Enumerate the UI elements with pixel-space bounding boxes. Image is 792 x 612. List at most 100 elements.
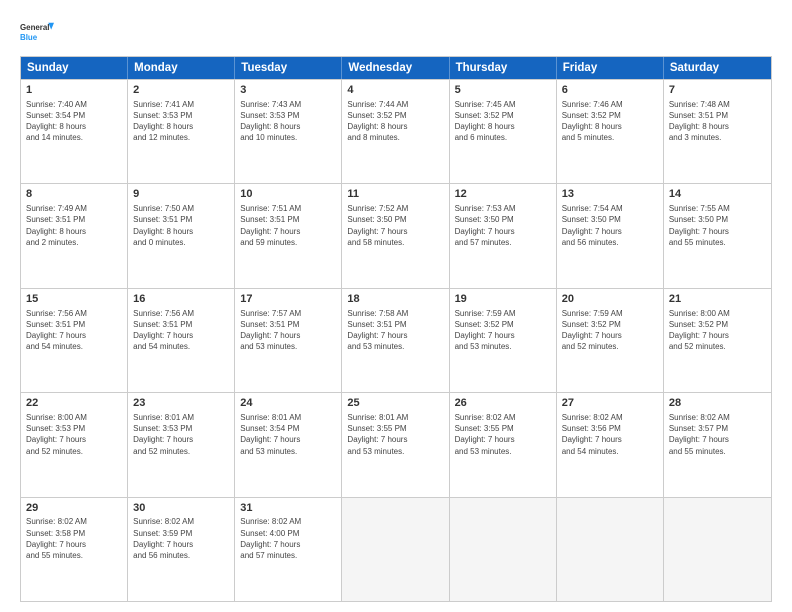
day-number: 12 bbox=[455, 187, 551, 202]
calendar-cell: 21Sunrise: 8:00 AMSunset: 3:52 PMDayligh… bbox=[664, 289, 771, 392]
day-number: 28 bbox=[669, 396, 766, 411]
cell-text: Sunrise: 8:00 AMSunset: 3:53 PMDaylight:… bbox=[26, 412, 122, 457]
day-number: 17 bbox=[240, 292, 336, 307]
cell-text: Sunrise: 7:56 AMSunset: 3:51 PMDaylight:… bbox=[133, 308, 229, 353]
day-number: 13 bbox=[562, 187, 658, 202]
day-number: 14 bbox=[669, 187, 766, 202]
calendar-cell: 12Sunrise: 7:53 AMSunset: 3:50 PMDayligh… bbox=[450, 184, 557, 287]
cell-text: Sunrise: 8:02 AMSunset: 3:56 PMDaylight:… bbox=[562, 412, 658, 457]
day-number: 3 bbox=[240, 83, 336, 98]
calendar-cell: 26Sunrise: 8:02 AMSunset: 3:55 PMDayligh… bbox=[450, 393, 557, 496]
cell-text: Sunrise: 7:58 AMSunset: 3:51 PMDaylight:… bbox=[347, 308, 443, 353]
calendar-cell: 10Sunrise: 7:51 AMSunset: 3:51 PMDayligh… bbox=[235, 184, 342, 287]
day-number: 25 bbox=[347, 396, 443, 411]
calendar-cell: 2Sunrise: 7:41 AMSunset: 3:53 PMDaylight… bbox=[128, 80, 235, 183]
cell-text: Sunrise: 7:41 AMSunset: 3:53 PMDaylight:… bbox=[133, 99, 229, 144]
calendar-week-2: 8Sunrise: 7:49 AMSunset: 3:51 PMDaylight… bbox=[21, 183, 771, 287]
day-number: 19 bbox=[455, 292, 551, 307]
header-day-wednesday: Wednesday bbox=[342, 57, 449, 79]
cell-text: Sunrise: 7:57 AMSunset: 3:51 PMDaylight:… bbox=[240, 308, 336, 353]
calendar-week-4: 22Sunrise: 8:00 AMSunset: 3:53 PMDayligh… bbox=[21, 392, 771, 496]
calendar-cell bbox=[342, 498, 449, 601]
day-number: 26 bbox=[455, 396, 551, 411]
calendar-cell: 23Sunrise: 8:01 AMSunset: 3:53 PMDayligh… bbox=[128, 393, 235, 496]
day-number: 16 bbox=[133, 292, 229, 307]
day-number: 8 bbox=[26, 187, 122, 202]
day-number: 22 bbox=[26, 396, 122, 411]
page: General Blue SundayMondayTuesdayWednesda… bbox=[0, 0, 792, 612]
calendar-cell: 18Sunrise: 7:58 AMSunset: 3:51 PMDayligh… bbox=[342, 289, 449, 392]
cell-text: Sunrise: 7:51 AMSunset: 3:51 PMDaylight:… bbox=[240, 203, 336, 248]
header-day-saturday: Saturday bbox=[664, 57, 771, 79]
calendar-cell: 7Sunrise: 7:48 AMSunset: 3:51 PMDaylight… bbox=[664, 80, 771, 183]
header-day-monday: Monday bbox=[128, 57, 235, 79]
cell-text: Sunrise: 8:02 AMSunset: 3:59 PMDaylight:… bbox=[133, 516, 229, 561]
day-number: 4 bbox=[347, 83, 443, 98]
cell-text: Sunrise: 8:01 AMSunset: 3:55 PMDaylight:… bbox=[347, 412, 443, 457]
logo-svg: General Blue bbox=[20, 16, 54, 50]
cell-text: Sunrise: 7:59 AMSunset: 3:52 PMDaylight:… bbox=[562, 308, 658, 353]
calendar-cell: 22Sunrise: 8:00 AMSunset: 3:53 PMDayligh… bbox=[21, 393, 128, 496]
calendar-cell bbox=[557, 498, 664, 601]
calendar-cell: 3Sunrise: 7:43 AMSunset: 3:53 PMDaylight… bbox=[235, 80, 342, 183]
day-number: 6 bbox=[562, 83, 658, 98]
calendar-cell: 15Sunrise: 7:56 AMSunset: 3:51 PMDayligh… bbox=[21, 289, 128, 392]
calendar-cell: 9Sunrise: 7:50 AMSunset: 3:51 PMDaylight… bbox=[128, 184, 235, 287]
cell-text: Sunrise: 7:50 AMSunset: 3:51 PMDaylight:… bbox=[133, 203, 229, 248]
day-number: 9 bbox=[133, 187, 229, 202]
calendar-cell: 19Sunrise: 7:59 AMSunset: 3:52 PMDayligh… bbox=[450, 289, 557, 392]
calendar-cell: 27Sunrise: 8:02 AMSunset: 3:56 PMDayligh… bbox=[557, 393, 664, 496]
calendar-body: 1Sunrise: 7:40 AMSunset: 3:54 PMDaylight… bbox=[21, 79, 771, 601]
day-number: 15 bbox=[26, 292, 122, 307]
calendar-week-5: 29Sunrise: 8:02 AMSunset: 3:58 PMDayligh… bbox=[21, 497, 771, 601]
header-day-sunday: Sunday bbox=[21, 57, 128, 79]
day-number: 20 bbox=[562, 292, 658, 307]
cell-text: Sunrise: 7:55 AMSunset: 3:50 PMDaylight:… bbox=[669, 203, 766, 248]
calendar-cell: 11Sunrise: 7:52 AMSunset: 3:50 PMDayligh… bbox=[342, 184, 449, 287]
header-day-tuesday: Tuesday bbox=[235, 57, 342, 79]
day-number: 30 bbox=[133, 501, 229, 516]
logo: General Blue bbox=[20, 16, 54, 50]
calendar-cell: 28Sunrise: 8:02 AMSunset: 3:57 PMDayligh… bbox=[664, 393, 771, 496]
cell-text: Sunrise: 7:53 AMSunset: 3:50 PMDaylight:… bbox=[455, 203, 551, 248]
calendar-cell: 20Sunrise: 7:59 AMSunset: 3:52 PMDayligh… bbox=[557, 289, 664, 392]
calendar-cell bbox=[664, 498, 771, 601]
calendar-week-1: 1Sunrise: 7:40 AMSunset: 3:54 PMDaylight… bbox=[21, 79, 771, 183]
cell-text: Sunrise: 8:02 AMSunset: 3:57 PMDaylight:… bbox=[669, 412, 766, 457]
cell-text: Sunrise: 7:43 AMSunset: 3:53 PMDaylight:… bbox=[240, 99, 336, 144]
header-day-friday: Friday bbox=[557, 57, 664, 79]
cell-text: Sunrise: 8:02 AMSunset: 4:00 PMDaylight:… bbox=[240, 516, 336, 561]
calendar: SundayMondayTuesdayWednesdayThursdayFrid… bbox=[20, 56, 772, 602]
day-number: 23 bbox=[133, 396, 229, 411]
day-number: 24 bbox=[240, 396, 336, 411]
cell-text: Sunrise: 7:44 AMSunset: 3:52 PMDaylight:… bbox=[347, 99, 443, 144]
cell-text: Sunrise: 7:52 AMSunset: 3:50 PMDaylight:… bbox=[347, 203, 443, 248]
calendar-cell: 6Sunrise: 7:46 AMSunset: 3:52 PMDaylight… bbox=[557, 80, 664, 183]
cell-text: Sunrise: 7:54 AMSunset: 3:50 PMDaylight:… bbox=[562, 203, 658, 248]
cell-text: Sunrise: 7:45 AMSunset: 3:52 PMDaylight:… bbox=[455, 99, 551, 144]
calendar-cell: 13Sunrise: 7:54 AMSunset: 3:50 PMDayligh… bbox=[557, 184, 664, 287]
cell-text: Sunrise: 7:48 AMSunset: 3:51 PMDaylight:… bbox=[669, 99, 766, 144]
calendar-cell: 16Sunrise: 7:56 AMSunset: 3:51 PMDayligh… bbox=[128, 289, 235, 392]
cell-text: Sunrise: 7:40 AMSunset: 3:54 PMDaylight:… bbox=[26, 99, 122, 144]
cell-text: Sunrise: 7:49 AMSunset: 3:51 PMDaylight:… bbox=[26, 203, 122, 248]
day-number: 7 bbox=[669, 83, 766, 98]
cell-text: Sunrise: 7:46 AMSunset: 3:52 PMDaylight:… bbox=[562, 99, 658, 144]
calendar-cell: 31Sunrise: 8:02 AMSunset: 4:00 PMDayligh… bbox=[235, 498, 342, 601]
calendar-cell: 5Sunrise: 7:45 AMSunset: 3:52 PMDaylight… bbox=[450, 80, 557, 183]
calendar-cell: 8Sunrise: 7:49 AMSunset: 3:51 PMDaylight… bbox=[21, 184, 128, 287]
calendar-cell: 17Sunrise: 7:57 AMSunset: 3:51 PMDayligh… bbox=[235, 289, 342, 392]
cell-text: Sunrise: 8:02 AMSunset: 3:55 PMDaylight:… bbox=[455, 412, 551, 457]
cell-text: Sunrise: 7:56 AMSunset: 3:51 PMDaylight:… bbox=[26, 308, 122, 353]
calendar-cell: 1Sunrise: 7:40 AMSunset: 3:54 PMDaylight… bbox=[21, 80, 128, 183]
day-number: 10 bbox=[240, 187, 336, 202]
day-number: 1 bbox=[26, 83, 122, 98]
day-number: 21 bbox=[669, 292, 766, 307]
header-day-thursday: Thursday bbox=[450, 57, 557, 79]
day-number: 18 bbox=[347, 292, 443, 307]
cell-text: Sunrise: 8:01 AMSunset: 3:54 PMDaylight:… bbox=[240, 412, 336, 457]
calendar-cell: 30Sunrise: 8:02 AMSunset: 3:59 PMDayligh… bbox=[128, 498, 235, 601]
svg-text:Blue: Blue bbox=[20, 33, 38, 42]
calendar-cell: 14Sunrise: 7:55 AMSunset: 3:50 PMDayligh… bbox=[664, 184, 771, 287]
calendar-week-3: 15Sunrise: 7:56 AMSunset: 3:51 PMDayligh… bbox=[21, 288, 771, 392]
